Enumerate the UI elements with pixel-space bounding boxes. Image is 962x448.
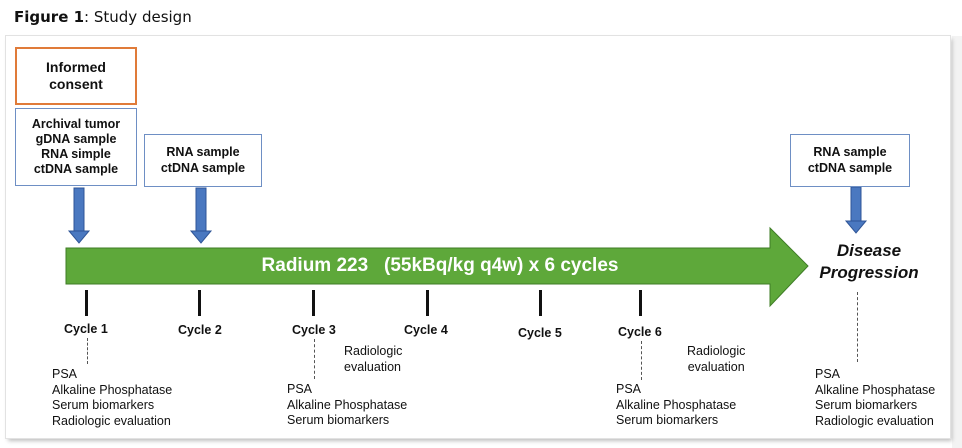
cycle1-tick	[85, 290, 88, 316]
cycle1-connector	[87, 338, 88, 364]
cycle3-radiologic-evaluation: Radiologic evaluation	[344, 344, 403, 374]
cycle3-tick	[312, 290, 315, 316]
cycle6-assessments: PSA Alkaline Phosphatase Serum biomarker…	[616, 382, 737, 428]
progression-sample-arrow	[844, 186, 868, 234]
progression-samples-box: RNA sample ctDNA sample	[790, 134, 910, 187]
cycle5-tick	[539, 290, 542, 316]
cycle6-connector	[641, 341, 642, 380]
cycle3-assessments: PSA Alkaline Phosphatase Serum biomarker…	[287, 382, 408, 428]
progression-assessments: PSA Alkaline Phosphatase Serum biomarker…	[815, 367, 936, 428]
cycle3-connector	[314, 339, 315, 379]
disease-progression-label: Disease Progression	[819, 241, 919, 282]
cycle4-tick	[426, 290, 429, 316]
cycle2-sample-arrow	[189, 187, 213, 244]
baseline-samples-box: Archival tumor gDNA sample RNA simple ct…	[15, 108, 137, 186]
cycle6-radiologic-evaluation: Radiologic evaluation	[687, 344, 746, 374]
progression-connector	[857, 292, 858, 362]
cycle-label: Cycle 4	[404, 323, 448, 337]
cycle1-assessments: PSA Alkaline Phosphatase Serum biomarker…	[52, 367, 173, 428]
informed-consent-box: Informed consent	[15, 47, 137, 105]
cycle6-tick	[639, 290, 642, 316]
cycle-label: Cycle 3	[292, 323, 336, 337]
cycle-label: Cycle 5	[518, 326, 562, 340]
cycle2-tick	[198, 290, 201, 316]
treatment-label: Radium 223 (55kBq/kg q4w) x 6 cycles	[261, 255, 619, 276]
cycle2-samples-box: RNA sample ctDNA sample	[144, 134, 262, 187]
baseline-sample-arrow	[67, 187, 91, 244]
cycle-label: Cycle 6	[618, 325, 662, 339]
cycle-label: Cycle 2	[178, 323, 222, 337]
cycle-label: Cycle 1	[64, 322, 108, 336]
